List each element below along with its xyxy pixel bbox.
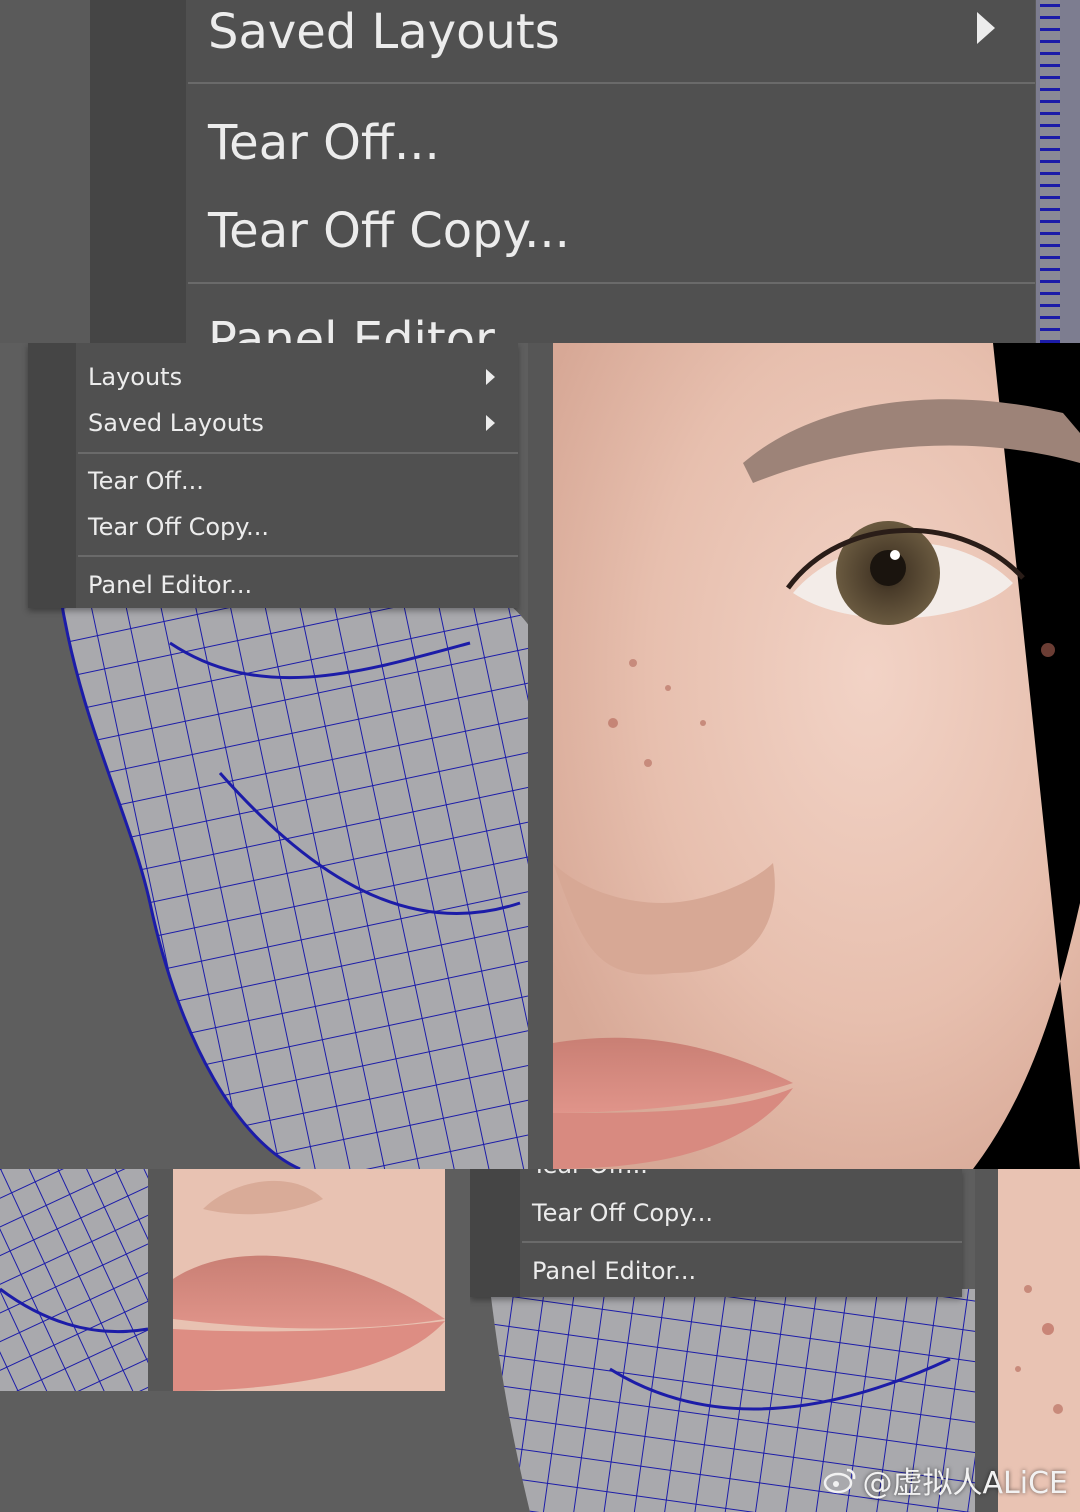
viewport-divider [528,343,553,1169]
wireframe-crop-svg [0,1169,148,1391]
menu-item-tear-off[interactable]: Tear Off... [88,467,204,495]
submenu-arrow-icon [486,415,495,431]
watermark: @虚拟人ALiCE [823,1458,1068,1502]
submenu-arrow-icon [486,369,495,385]
wireframe-crop [0,1169,148,1391]
lips-render-crop [173,1169,445,1391]
menu-item-tear-off-copy[interactable]: Tear Off Copy... [532,1199,713,1227]
menu-item-panel-editor[interactable]: Panel Editor [208,312,495,343]
menu-item-tear-off-copy[interactable]: Tear Off Copy... [208,203,570,259]
menu-item-panel-editor[interactable]: Panel Editor... [88,571,252,599]
menu-item-tear-off-copy[interactable]: Tear Off Copy... [88,513,269,541]
wireframe-viewport: Layouts Saved Layouts Tear Off... Tear O… [0,343,553,1169]
gap-strip [148,1169,173,1391]
menu-gutter [470,1169,520,1297]
menu-separator [188,282,1035,284]
context-menu-lower: Tear Off... Tear Off Copy... Panel Edito… [470,1169,962,1297]
enlarged-menu: Saved Layouts Tear Off... Tear Off Copy.… [90,0,1035,343]
menu-separator [188,82,1035,84]
menu-item-layouts[interactable]: Layouts [88,363,182,391]
menu-item-tear-off[interactable]: Tear Off... [532,1169,648,1179]
menu-gutter [90,0,186,343]
wireframe-edge [1040,0,1060,343]
lips-render-svg [173,1180,445,1391]
menu-item-saved-layouts[interactable]: Saved Layouts [208,4,560,60]
menu-separator [78,555,518,557]
menu-gutter [28,343,76,608]
menu-item-tear-off[interactable]: Tear Off... [208,115,440,171]
watermark-text: @虚拟人ALiCE [862,1466,1068,1501]
face-render-svg [553,343,1080,1169]
menu-separator [78,452,518,454]
submenu-arrow-icon [977,12,995,44]
weibo-logo-icon [823,1468,855,1494]
menu-separator [522,1241,962,1243]
enlarged-menu-panel: Saved Layouts Tear Off... Tear Off Copy.… [0,0,1080,343]
menu-item-panel-editor[interactable]: Panel Editor... [532,1257,696,1285]
menu-item-saved-layouts[interactable]: Saved Layouts [88,409,264,437]
rendered-face-image [553,343,1080,1169]
context-menu: Layouts Saved Layouts Tear Off... Tear O… [28,343,518,608]
